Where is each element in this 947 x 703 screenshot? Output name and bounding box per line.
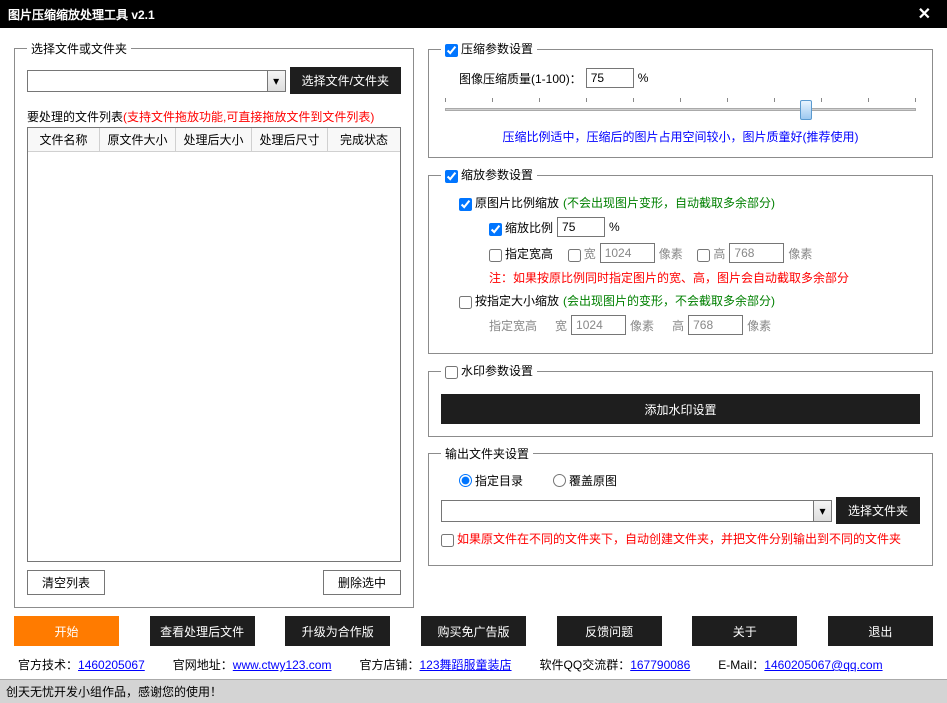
slider-thumb[interactable] — [800, 100, 812, 120]
file-table-body[interactable] — [28, 152, 400, 561]
qq-link[interactable]: 167790086 — [630, 658, 690, 672]
col-origsize[interactable]: 原文件大小 — [100, 128, 176, 151]
quality-input[interactable] — [586, 68, 634, 88]
file-path-combo[interactable]: ▾ — [27, 70, 286, 92]
chevron-down-icon[interactable]: ▾ — [813, 501, 831, 521]
select-folder-button[interactable]: 选择文件夹 — [836, 497, 920, 524]
wh-checkbox[interactable]: 指定宽高 — [489, 245, 553, 262]
site-link[interactable]: www.ctwy123.com — [233, 658, 332, 672]
col-newsize[interactable]: 处理后大小 — [176, 128, 252, 151]
filelist-label: 要处理的文件列表(支持文件拖放功能,可直接拖放文件到文件列表) — [27, 108, 401, 125]
view-result-button[interactable]: 查看处理后文件 — [150, 616, 255, 646]
buy-noad-button[interactable]: 购买免广告版 — [421, 616, 526, 646]
height-input[interactable] — [729, 243, 784, 263]
shop-link[interactable]: 123舞蹈服童装店 — [420, 658, 512, 672]
watermark-toggle[interactable]: 水印参数设置 — [445, 362, 533, 379]
file-select-group: 选择文件或文件夹 ▾ 选择文件/文件夹 要处理的文件列表(支持文件拖放功能,可直… — [14, 40, 414, 608]
output-overwrite-radio[interactable]: 覆盖原图 — [553, 472, 617, 489]
app-title: 图片压缩缩放处理工具 v2.1 — [8, 6, 155, 23]
quality-slider[interactable] — [441, 98, 920, 122]
quality-label: 图像压缩质量(1-100)： — [459, 70, 582, 87]
fixed-width-input[interactable] — [571, 315, 626, 335]
status-bar: 创天无忧开发小组作品，感谢您的使用！ — [0, 679, 947, 703]
info-bar: 官方技术：1460205067 官网地址：www.ctwy123.com 官方店… — [0, 650, 947, 679]
mail-link[interactable]: 1460205067@qq.com — [764, 658, 882, 672]
col-status[interactable]: 完成状态 — [328, 128, 400, 151]
fixed-size-checkbox[interactable]: 按指定大小缩放 — [459, 292, 559, 309]
col-filename[interactable]: 文件名称 — [28, 128, 100, 151]
clear-list-button[interactable]: 清空列表 — [27, 570, 105, 595]
auto-folder-checkbox[interactable]: 如果原文件在不同的文件夹下，自动创建文件夹，并把文件分别输出到不同的文件夹 — [441, 530, 901, 547]
wh-note: 注：如果按原比例同时指定图片的宽、高，图片会自动截取多余部分 — [489, 269, 920, 286]
upgrade-button[interactable]: 升级为合作版 — [285, 616, 390, 646]
delete-selected-button[interactable]: 删除选中 — [323, 570, 401, 595]
file-table: 文件名称 原文件大小 处理后大小 处理后尺寸 完成状态 — [27, 127, 401, 562]
exit-button[interactable]: 退出 — [828, 616, 933, 646]
col-newdim[interactable]: 处理后尺寸 — [252, 128, 328, 151]
close-icon[interactable]: ✕ — [910, 4, 939, 24]
title-bar: 图片压缩缩放处理工具 v2.1 ✕ — [0, 0, 947, 28]
output-path-combo[interactable]: ▾ — [441, 500, 832, 522]
chevron-down-icon[interactable]: ▾ — [267, 71, 285, 91]
tech-link[interactable]: 1460205067 — [78, 658, 145, 672]
compress-toggle[interactable]: 压缩参数设置 — [445, 40, 533, 57]
proportional-scale-checkbox[interactable]: 原图片比例缩放 — [459, 194, 559, 211]
output-group: 输出文件夹设置 指定目录 覆盖原图 ▾ 选择文件夹 如果原文件在不同的文件夹下，… — [428, 445, 933, 566]
action-bar: 开始 查看处理后文件 升级为合作版 购买免广告版 反馈问题 关于 退出 — [0, 612, 947, 650]
output-legend: 输出文件夹设置 — [441, 445, 533, 462]
about-button[interactable]: 关于 — [692, 616, 797, 646]
add-watermark-button[interactable]: 添加水印设置 — [441, 394, 920, 424]
compress-group: 压缩参数设置 图像压缩质量(1-100)： % 压缩比例适中，压缩后的图片占用空… — [428, 40, 933, 158]
width-checkbox[interactable]: 宽 — [568, 245, 596, 262]
compress-note: 压缩比例适中，压缩后的图片占用空间较小，图片质童好(推荐使用) — [441, 128, 920, 145]
height-checkbox[interactable]: 高 — [697, 245, 725, 262]
file-select-legend: 选择文件或文件夹 — [27, 40, 131, 57]
start-button[interactable]: 开始 — [14, 616, 119, 646]
watermark-group: 水印参数设置 添加水印设置 — [428, 362, 933, 437]
output-dir-radio[interactable]: 指定目录 — [459, 472, 523, 489]
select-file-button[interactable]: 选择文件/文件夹 — [290, 67, 401, 94]
scale-toggle[interactable]: 缩放参数设置 — [445, 166, 533, 183]
ratio-input[interactable] — [557, 217, 605, 237]
fixed-height-input[interactable] — [688, 315, 743, 335]
ratio-checkbox[interactable]: 缩放比例 — [489, 219, 553, 236]
width-input[interactable] — [600, 243, 655, 263]
scale-group: 缩放参数设置 原图片比例缩放 (不会出现图片变形，自动截取多余部分) 缩放比例 … — [428, 166, 933, 354]
feedback-button[interactable]: 反馈问题 — [557, 616, 662, 646]
